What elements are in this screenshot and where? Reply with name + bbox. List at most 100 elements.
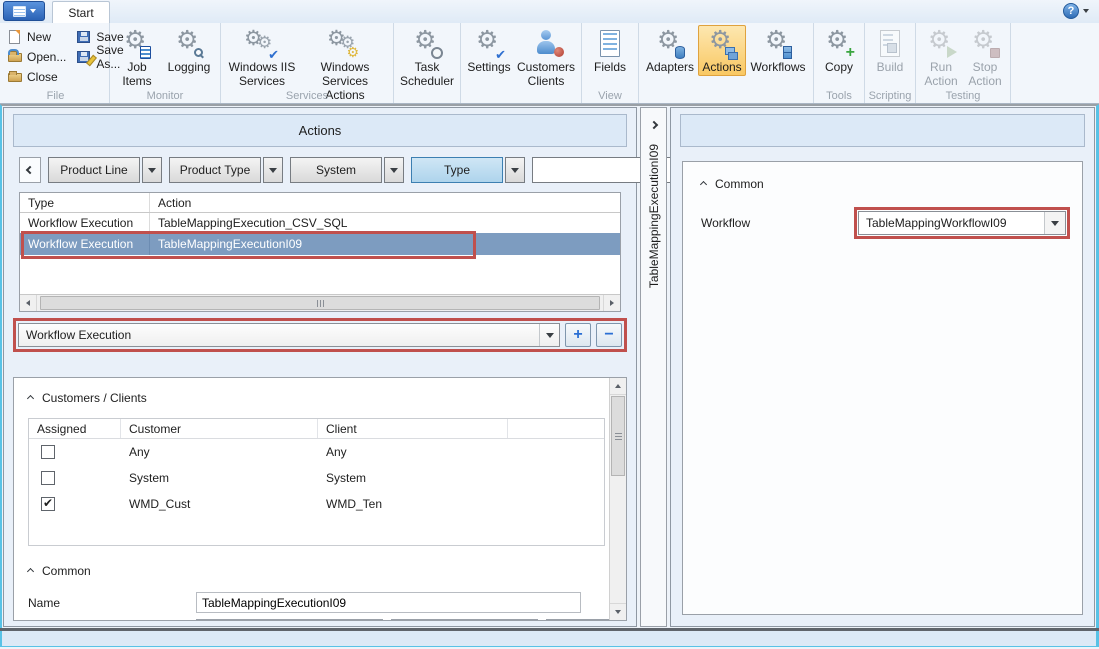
ribbon-group-view: Fields View <box>582 23 639 103</box>
section-title: Customers / Clients <box>42 391 147 405</box>
customers-clients-button[interactable]: Customers Clients <box>514 25 578 90</box>
vertical-scrollbar[interactable] <box>609 378 626 620</box>
table-row[interactable]: Workflow Execution TableMappingExecution… <box>20 213 620 233</box>
scroll-down-button[interactable] <box>610 603 626 620</box>
horizontal-scrollbar[interactable] <box>20 294 620 311</box>
add-action-button[interactable]: + <box>565 323 591 347</box>
open-folder-icon <box>7 49 23 65</box>
ribbon-group-scripting: Build Scripting <box>865 23 916 103</box>
customers-clients-section-header[interactable]: Customers / Clients <box>28 390 609 406</box>
adapters-button[interactable]: ⚙ Adapters <box>642 25 698 76</box>
ribbon-group-scheduler: ⚙ Task Scheduler <box>394 23 461 103</box>
clipped-controls-row <box>28 619 609 620</box>
copy-button[interactable]: ⚙ Copy <box>817 25 861 76</box>
ribbon-tab-row: Start ? <box>0 0 1099 23</box>
new-button-label: New <box>27 30 51 44</box>
close-button[interactable]: Close <box>7 69 66 85</box>
cell-action: TableMappingExecution_CSV_SQL <box>150 213 620 233</box>
fields-button[interactable]: Fields <box>585 25 635 76</box>
assigned-checkbox[interactable] <box>41 445 55 459</box>
table-row[interactable]: System System <box>29 465 604 491</box>
ribbon-group-configuration: ⚙ Settings Customers Clients <box>461 23 582 103</box>
ribbon-group-label: Tools <box>814 90 864 102</box>
filter-label: Product Type <box>180 163 251 177</box>
combobox-value: Workflow Execution <box>19 328 539 342</box>
scroll-left-button[interactable] <box>20 295 37 311</box>
cell-client: Any <box>318 439 508 465</box>
actions-button[interactable]: ⚙ Actions <box>698 25 746 76</box>
name-input[interactable] <box>196 592 581 613</box>
scrollbar-thumb[interactable] <box>40 296 600 310</box>
product-line-filter-button[interactable]: Product Line <box>48 157 140 183</box>
chevron-right-icon <box>649 121 657 129</box>
detail-panel-content: Common Workflow TableMappingWorkflowI09 <box>682 161 1083 615</box>
filter-label: System <box>316 163 356 177</box>
scroll-right-button[interactable] <box>603 295 620 311</box>
button-label: Workflows <box>750 61 805 75</box>
actions-grid: Type Action Workflow Execution TableMapp… <box>19 192 621 312</box>
product-line-dropdown-button[interactable] <box>142 157 162 183</box>
button-label: Stop Action <box>964 61 1006 89</box>
button-label: Actions <box>702 61 741 75</box>
clipped-combobox[interactable] <box>391 619 539 620</box>
table-row[interactable]: Any Any <box>29 439 604 465</box>
column-header-customer[interactable]: Customer <box>121 419 318 438</box>
gear-list-icon: ⚙ <box>119 28 155 60</box>
clipped-combobox[interactable] <box>196 619 383 620</box>
customers-clients-table: Assigned Customer Client Any Any <box>28 418 605 546</box>
common-section-header[interactable]: Common <box>701 176 1070 192</box>
collapsed-detail-tab[interactable]: TableMappingExecutionI09 <box>640 107 667 627</box>
clipped-combobox[interactable] <box>546 619 609 620</box>
ribbon-group-testing: ⚙ Run Action ⚙ Stop Action Testing <box>916 23 1011 103</box>
windows-iis-services-button[interactable]: ⚙⚙ Windows IIS Services <box>224 25 300 90</box>
logging-button[interactable]: ⚙ Logging <box>161 25 217 76</box>
scroll-up-button[interactable] <box>610 378 626 395</box>
open-button[interactable]: Open... <box>7 49 66 65</box>
common-section-header[interactable]: Common <box>28 563 609 579</box>
stop-action-button[interactable]: ⚙ Stop Action <box>963 25 1007 90</box>
ribbon-group-label: Monitor <box>110 90 220 102</box>
column-header-assigned[interactable]: Assigned <box>29 419 121 438</box>
type-filter-button[interactable]: Type <box>411 157 503 183</box>
arrow-down-icon <box>615 610 621 614</box>
column-header-blank <box>508 419 604 438</box>
tab-start[interactable]: Start <box>52 1 110 23</box>
scrollbar-track[interactable] <box>37 295 603 311</box>
expand-button[interactable] <box>651 116 657 134</box>
assigned-checkbox-checked[interactable] <box>41 497 55 511</box>
product-type-dropdown-button[interactable] <box>263 157 283 183</box>
grip-icon <box>615 436 622 437</box>
ribbon-body: New Open... Close <box>0 23 1099 103</box>
task-scheduler-button[interactable]: ⚙ Task Scheduler <box>397 25 457 90</box>
help-button[interactable]: ? <box>1063 3 1089 19</box>
system-filter-button[interactable]: System <box>290 157 382 183</box>
run-action-button[interactable]: ⚙ Run Action <box>919 25 963 90</box>
button-label: Job Items <box>114 61 160 89</box>
type-dropdown-button[interactable] <box>505 157 525 183</box>
product-type-filter-button[interactable]: Product Type <box>169 157 261 183</box>
back-button[interactable] <box>19 157 41 183</box>
settings-button[interactable]: ⚙ Settings <box>464 25 514 76</box>
remove-action-button[interactable]: − <box>596 323 622 347</box>
system-dropdown-button[interactable] <box>384 157 404 183</box>
table-row-selected[interactable]: Workflow Execution TableMappingExecution… <box>20 233 620 255</box>
save-as-icon <box>76 49 92 65</box>
grid-empty-area <box>20 255 620 294</box>
ribbon-group-file: New Open... Close <box>2 23 110 103</box>
assigned-checkbox[interactable] <box>41 471 55 485</box>
gear-magnifier-icon: ⚙ <box>171 28 207 60</box>
cell-customer: Any <box>121 439 318 465</box>
workflow-combobox[interactable]: TableMappingWorkflowI09 <box>858 211 1066 235</box>
table-row[interactable]: WMD_Cust WMD_Ten <box>29 491 604 517</box>
workflows-button[interactable]: ⚙ Workflows <box>746 25 810 76</box>
name-label: Name <box>28 596 196 610</box>
column-header-type[interactable]: Type <box>20 193 150 212</box>
action-type-combobox[interactable]: Workflow Execution <box>18 323 560 347</box>
scrollbar-thumb[interactable] <box>611 396 625 476</box>
column-header-client[interactable]: Client <box>318 419 508 438</box>
column-header-action[interactable]: Action <box>150 193 620 212</box>
new-button[interactable]: New <box>7 29 66 45</box>
app-menu-button[interactable] <box>3 1 45 21</box>
job-items-button[interactable]: ⚙ Job Items <box>113 25 161 90</box>
build-button[interactable]: Build <box>868 25 912 76</box>
